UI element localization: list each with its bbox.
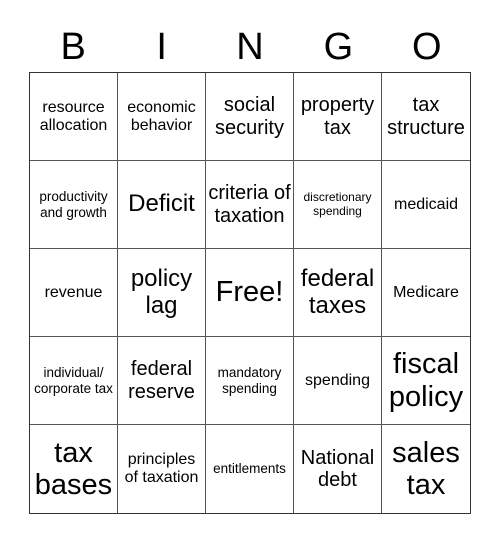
header-letter-o: O — [412, 26, 442, 68]
bingo-cell-text: federal reserve — [128, 358, 195, 403]
bingo-cell-text: federal taxes — [300, 264, 375, 319]
bingo-cell-n4[interactable]: mandatory spending — [206, 337, 294, 425]
bingo-card: resource allocation economic behavior soci… — [29, 72, 471, 514]
header-letter-i: I — [156, 26, 167, 68]
bingo-cell-b3[interactable]: revenue — [30, 249, 118, 337]
bingo-cell-text: social security — [215, 94, 284, 139]
bingo-cell-text: mandatory spending — [217, 365, 282, 396]
bingo-cell-n3[interactable]: Free! — [206, 249, 294, 337]
bingo-cell-text: spending — [305, 371, 370, 389]
bingo-cell-text: National debt — [300, 446, 375, 491]
bingo-cell-b1[interactable]: resource allocation — [30, 73, 118, 161]
bingo-cell-g4[interactable]: spending — [294, 337, 382, 425]
bingo-cell-text: tax structure — [387, 94, 465, 139]
bingo-cell-text: discretionary spending — [303, 190, 372, 218]
bingo-cell-o4[interactable]: fiscal policy — [382, 337, 470, 425]
bingo-cell-text: economic behavior — [127, 98, 196, 134]
bingo-cell-text: medicaid — [393, 195, 459, 213]
bingo-cell-text: tax bases — [34, 436, 113, 501]
bingo-cell-text: productivity and growth — [39, 189, 108, 220]
bingo-cell-text: individual/ corporate tax — [34, 365, 113, 396]
bingo-cell-n2[interactable]: criteria of taxation — [206, 161, 294, 249]
bingo-cell-text: Medicare — [393, 283, 459, 301]
bingo-cell-text: property tax — [300, 94, 375, 139]
header-letter-n: N — [236, 26, 264, 68]
bingo-cell-b2[interactable]: productivity and growth — [30, 161, 118, 249]
bingo-cell-text: sales tax — [392, 436, 460, 501]
bingo-cell-g5[interactable]: National debt — [294, 425, 382, 513]
bingo-cell-o2[interactable]: medicaid — [382, 161, 470, 249]
bingo-cell-b5[interactable]: tax bases — [30, 425, 118, 513]
bingo-cell-g3[interactable]: federal taxes — [294, 249, 382, 337]
bingo-cell-i2[interactable]: Deficit — [118, 161, 206, 249]
bingo-cell-text: Free! — [215, 276, 284, 309]
bingo-cell-text: principles of taxation — [124, 451, 199, 486]
bingo-cell-text: criteria of taxation — [208, 182, 291, 227]
bingo-cell-n1[interactable]: social security — [206, 73, 294, 161]
bingo-cell-n5[interactable]: entitlements — [206, 425, 294, 513]
bingo-cell-o5[interactable]: sales tax — [382, 425, 470, 513]
bingo-cell-text: entitlements — [213, 461, 286, 477]
bingo-cell-o3[interactable]: Medicare — [382, 249, 470, 337]
bingo-cell-o1[interactable]: tax structure — [382, 73, 470, 161]
bingo-cell-g2[interactable]: discretionary spending — [294, 161, 382, 249]
bingo-cell-text: policy lag — [130, 264, 193, 319]
bingo-cell-i3[interactable]: policy lag — [118, 249, 206, 337]
header-letter-b: B — [60, 26, 86, 68]
bingo-cell-text: revenue — [44, 283, 103, 301]
bingo-cell-b4[interactable]: individual/ corporate tax — [30, 337, 118, 425]
bingo-cell-g1[interactable]: property tax — [294, 73, 382, 161]
bingo-cell-text: resource allocation — [39, 98, 108, 134]
header-letter-g: G — [323, 26, 354, 68]
bingo-header: B I N G O — [29, 22, 471, 72]
bingo-cell-i5[interactable]: principles of taxation — [118, 425, 206, 513]
bingo-cell-i1[interactable]: economic behavior — [118, 73, 206, 161]
bingo-cell-text: Deficit — [128, 190, 195, 218]
bingo-cell-i4[interactable]: federal reserve — [118, 337, 206, 425]
bingo-cell-text: fiscal policy — [388, 348, 464, 413]
